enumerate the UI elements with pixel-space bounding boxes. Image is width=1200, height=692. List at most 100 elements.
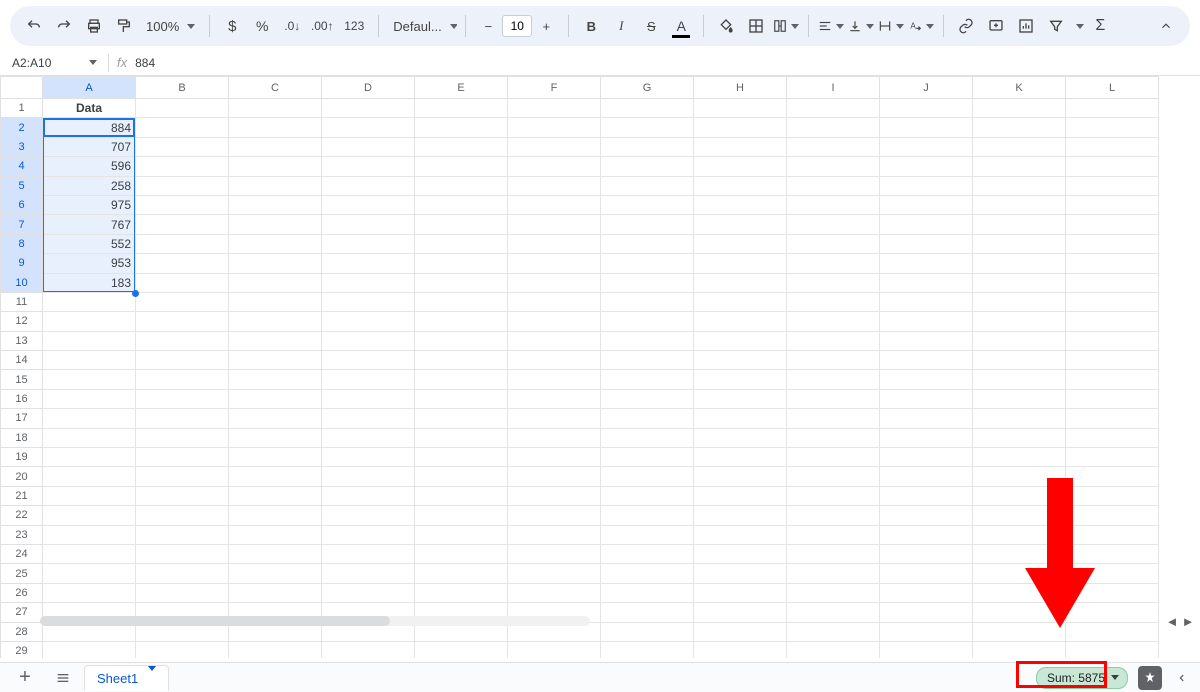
cell[interactable] <box>415 312 508 331</box>
row-header[interactable]: 25 <box>1 564 43 583</box>
cell[interactable] <box>973 641 1066 658</box>
horizontal-align-button[interactable] <box>817 12 845 40</box>
cell[interactable] <box>43 525 136 544</box>
cell[interactable] <box>694 544 787 563</box>
cell[interactable] <box>229 351 322 370</box>
cell[interactable] <box>787 331 880 350</box>
all-sheets-button[interactable] <box>46 665 80 691</box>
cell[interactable] <box>601 157 694 176</box>
cell[interactable] <box>136 370 229 389</box>
cell[interactable] <box>508 544 601 563</box>
cell[interactable] <box>229 176 322 195</box>
cell[interactable] <box>1066 176 1159 195</box>
insert-comment-button[interactable] <box>982 12 1010 40</box>
cell[interactable] <box>508 292 601 311</box>
cell[interactable] <box>694 486 787 505</box>
cell[interactable] <box>43 312 136 331</box>
cell[interactable] <box>322 137 415 156</box>
row-header[interactable]: 8 <box>1 234 43 253</box>
cell[interactable] <box>415 641 508 658</box>
insert-chart-button[interactable] <box>1012 12 1040 40</box>
cell[interactable] <box>415 234 508 253</box>
cell[interactable] <box>601 486 694 505</box>
text-color-button[interactable]: A <box>667 12 695 40</box>
cell[interactable]: 884 <box>43 118 136 137</box>
cell[interactable] <box>694 215 787 234</box>
cell[interactable] <box>1066 544 1159 563</box>
cell[interactable] <box>601 254 694 273</box>
cell[interactable] <box>229 195 322 214</box>
row-header[interactable]: 18 <box>1 428 43 447</box>
cell[interactable] <box>136 564 229 583</box>
cell[interactable] <box>415 195 508 214</box>
cell[interactable] <box>694 389 787 408</box>
cell[interactable] <box>43 467 136 486</box>
cell[interactable] <box>973 331 1066 350</box>
cell[interactable] <box>508 118 601 137</box>
cell[interactable] <box>136 641 229 658</box>
cell[interactable] <box>694 641 787 658</box>
cell[interactable] <box>1066 525 1159 544</box>
functions-button[interactable]: Σ <box>1086 12 1114 40</box>
cell[interactable] <box>229 254 322 273</box>
cell[interactable] <box>508 215 601 234</box>
cell[interactable] <box>973 137 1066 156</box>
cell[interactable] <box>601 448 694 467</box>
cell[interactable] <box>973 195 1066 214</box>
cell[interactable] <box>229 486 322 505</box>
cell[interactable] <box>973 351 1066 370</box>
cell[interactable] <box>787 564 880 583</box>
cell[interactable] <box>136 525 229 544</box>
cell[interactable] <box>508 99 601 118</box>
cell[interactable] <box>787 351 880 370</box>
row-header[interactable]: 21 <box>1 486 43 505</box>
cell[interactable] <box>787 467 880 486</box>
cell[interactable] <box>1066 215 1159 234</box>
cell[interactable] <box>508 351 601 370</box>
cell[interactable] <box>973 292 1066 311</box>
cell[interactable] <box>136 506 229 525</box>
cell[interactable] <box>787 234 880 253</box>
row-header[interactable]: 7 <box>1 215 43 234</box>
cell[interactable] <box>229 118 322 137</box>
row-header[interactable]: 29 <box>1 641 43 658</box>
cell[interactable] <box>601 641 694 658</box>
cell[interactable] <box>229 215 322 234</box>
cell[interactable] <box>880 157 973 176</box>
cell[interactable] <box>229 273 322 292</box>
cell[interactable] <box>601 215 694 234</box>
cell[interactable] <box>973 370 1066 389</box>
cell[interactable] <box>508 486 601 505</box>
cell[interactable] <box>880 273 973 292</box>
cell[interactable] <box>508 467 601 486</box>
print-button[interactable] <box>80 12 108 40</box>
cell[interactable] <box>787 254 880 273</box>
scroll-left-button[interactable]: ◄ <box>1164 614 1180 628</box>
cell[interactable] <box>880 564 973 583</box>
scrollbar-thumb[interactable] <box>40 616 390 626</box>
row-header[interactable]: 9 <box>1 254 43 273</box>
cell[interactable] <box>415 292 508 311</box>
horizontal-scrollbar[interactable] <box>0 614 1200 628</box>
cell[interactable] <box>787 448 880 467</box>
cell[interactable] <box>322 409 415 428</box>
cell[interactable] <box>694 525 787 544</box>
cell[interactable] <box>1066 564 1159 583</box>
cell[interactable] <box>508 157 601 176</box>
cell[interactable] <box>880 409 973 428</box>
cell[interactable] <box>880 506 973 525</box>
cell[interactable] <box>880 525 973 544</box>
cell[interactable] <box>880 195 973 214</box>
cell[interactable] <box>136 292 229 311</box>
row-header[interactable]: 16 <box>1 389 43 408</box>
cell[interactable] <box>601 506 694 525</box>
cell[interactable] <box>601 525 694 544</box>
cell[interactable] <box>136 544 229 563</box>
cell[interactable] <box>694 118 787 137</box>
cell[interactable] <box>973 312 1066 331</box>
cell[interactable] <box>322 176 415 195</box>
cell[interactable] <box>1066 641 1159 658</box>
cell[interactable] <box>229 312 322 331</box>
row-header[interactable]: 6 <box>1 195 43 214</box>
cell[interactable] <box>601 118 694 137</box>
